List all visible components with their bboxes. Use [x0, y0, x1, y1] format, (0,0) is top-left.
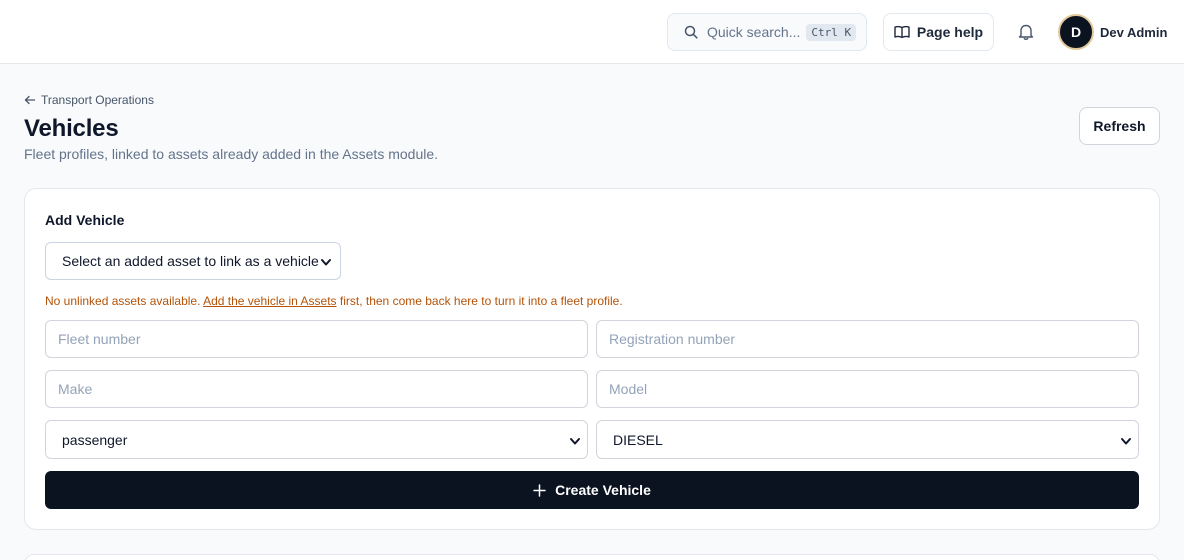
page-subtitle: Fleet profiles, linked to assets already…	[24, 146, 439, 162]
create-vehicle-button[interactable]: Create Vehicle	[45, 471, 1139, 509]
breadcrumb-label: Transport Operations	[41, 93, 154, 107]
make-input[interactable]: Make	[45, 370, 588, 408]
chevron-down-icon	[569, 434, 581, 450]
page-help-button[interactable]: Page help	[883, 13, 994, 51]
no-assets-notice: No unlinked assets available. Add the ve…	[45, 294, 623, 308]
user-avatar[interactable]: D	[1058, 14, 1094, 50]
user-initial: D	[1070, 24, 1082, 40]
vehicles-list-card	[24, 554, 1160, 560]
add-vehicle-in-assets-link[interactable]: Add the vehicle in Assets	[203, 294, 336, 308]
quick-search[interactable]: Quick search... Ctrl K	[667, 13, 867, 51]
top-bar: Quick search... Ctrl K Page help D Dev A…	[0, 0, 1184, 64]
registration-number-input[interactable]: Registration number	[596, 320, 1139, 358]
notice-suffix: first, then come back here to turn it in…	[339, 294, 623, 308]
fuel-type-value: DIESEL	[613, 431, 663, 448]
book-icon	[894, 25, 910, 39]
arrow-left-icon	[24, 94, 36, 106]
chevron-down-icon	[1120, 434, 1132, 450]
plus-icon	[533, 483, 546, 497]
card-title: Add Vehicle	[45, 212, 125, 228]
breadcrumb-back-link[interactable]: Transport Operations	[24, 93, 154, 107]
asset-select-value: Select an added asset to link as a vehic…	[62, 253, 319, 269]
search-shortcut: Ctrl K	[806, 23, 857, 41]
page-title: Vehicles	[24, 115, 119, 142]
search-icon	[684, 25, 698, 39]
vehicle-type-value: passenger	[62, 431, 128, 448]
asset-select[interactable]: Select an added asset to link as a vehic…	[45, 242, 341, 280]
fuel-type-select[interactable]: DIESEL	[596, 420, 1139, 459]
registration-number-placeholder: Registration number	[609, 331, 736, 347]
user-name[interactable]: Dev Admin	[1100, 25, 1167, 40]
create-vehicle-label: Create Vehicle	[555, 482, 651, 498]
bell-icon[interactable]	[1016, 22, 1036, 42]
refresh-button[interactable]: Refresh	[1079, 107, 1160, 145]
page-help-label: Page help	[916, 24, 984, 40]
fleet-number-placeholder: Fleet number	[58, 331, 141, 347]
make-placeholder: Make	[58, 381, 93, 397]
chevron-down-icon	[320, 255, 332, 271]
vehicle-type-select[interactable]: passenger	[45, 420, 588, 459]
model-input[interactable]: Model	[596, 370, 1139, 408]
search-placeholder: Quick search...	[707, 24, 801, 40]
model-placeholder: Model	[609, 381, 648, 397]
add-vehicle-card: Add Vehicle Select an added asset to lin…	[24, 188, 1160, 530]
notice-prefix: No unlinked assets available.	[45, 294, 201, 308]
fleet-number-input[interactable]: Fleet number	[45, 320, 588, 358]
